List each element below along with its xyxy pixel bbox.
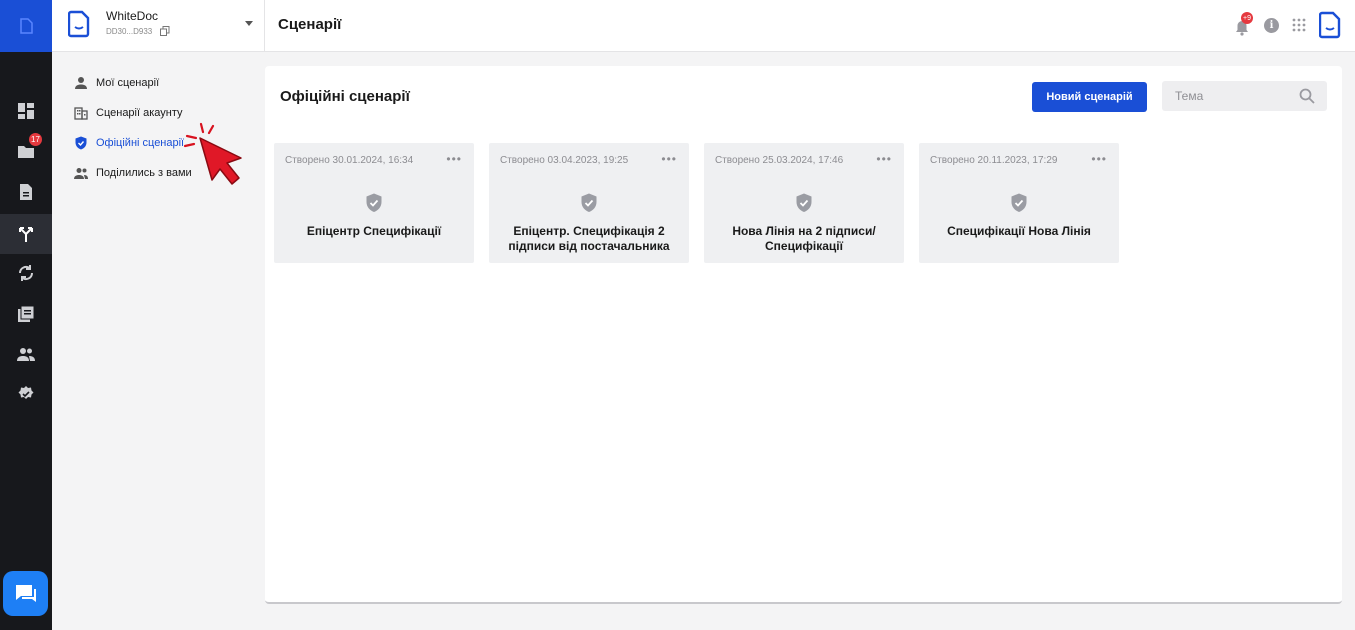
document-icon: [20, 184, 32, 200]
card-title: Епіцентр Специфікації: [306, 224, 442, 238]
shield-icon: [75, 136, 87, 150]
rail-documents[interactable]: [0, 172, 52, 212]
workspace-name: WhiteDoc: [106, 9, 159, 23]
card-title: Специфікації Нова Лінія: [947, 224, 1091, 238]
scenario-card[interactable]: Створено 03.04.2023, 19:25 ••• Епіцентр.…: [489, 143, 689, 263]
rail-verified[interactable]: [0, 374, 52, 414]
chat-button[interactable]: [3, 571, 48, 616]
shield-icon: [366, 193, 382, 212]
workspace-id: DD30...D933: [106, 26, 153, 36]
workspace-id-row: DD30...D933: [106, 26, 170, 36]
search-box: [1162, 81, 1327, 111]
rail-contacts[interactable]: [0, 334, 52, 374]
more-options-icon[interactable]: •••: [876, 152, 892, 166]
search-input[interactable]: [1162, 81, 1302, 111]
app-logo-icon: [20, 18, 33, 34]
person-icon: [75, 77, 87, 89]
card-title: Епіцентр. Специфікація 2 підписи від пос…: [508, 224, 670, 253]
verified-badge-icon: [18, 386, 34, 399]
app-logo[interactable]: [0, 0, 52, 52]
scenario-card[interactable]: Створено 25.03.2024, 17:46 ••• Нова Ліні…: [704, 143, 904, 263]
top-icons: +9 i: [1233, 11, 1341, 39]
apps-grid-icon[interactable]: [1292, 18, 1306, 32]
card-date: Створено 03.04.2023, 19:25: [500, 155, 629, 166]
sidenav-item-my-scenarios[interactable]: Мої сценарії: [74, 76, 159, 90]
sidenav-item-official-scenarios[interactable]: Офіційні сценарії: [74, 136, 184, 150]
rail-folders[interactable]: 17: [0, 131, 52, 171]
card-title: Нова Лінія на 2 підписи/ Специфікації: [732, 224, 876, 253]
library-icon: [18, 305, 35, 322]
sidenav-item-label: Офіційні сценарії: [96, 137, 185, 149]
top-bar: Сценарії +9 i: [265, 0, 1355, 52]
more-options-icon[interactable]: •••: [446, 152, 462, 166]
scenarios-panel: Офіційні сценарії Новий сценарій Створен…: [265, 66, 1342, 604]
people-icon: [74, 168, 88, 179]
panel-title: Офіційні сценарії: [280, 88, 410, 105]
folder-badge: 17: [29, 133, 42, 146]
info-icon[interactable]: i: [1264, 17, 1279, 33]
chevron-down-icon[interactable]: [245, 21, 253, 26]
rail-sync[interactable]: [0, 253, 52, 293]
sidenav-item-shared-with-you[interactable]: Поділились з вами: [74, 166, 192, 180]
page-title: Сценарії: [278, 16, 342, 33]
pointer-arrow-icon: [183, 122, 242, 185]
sidenav-item-account-scenarios[interactable]: Сценарії акаунту: [74, 106, 183, 120]
rail-templates[interactable]: [0, 294, 52, 334]
shield-icon: [581, 193, 597, 212]
sync-icon: [18, 265, 34, 281]
app-rail: 17: [0, 0, 52, 630]
sidenav-item-label: Сценарії акаунту: [96, 107, 183, 119]
card-date: Створено 30.01.2024, 16:34: [285, 155, 414, 166]
notifications-button[interactable]: +9: [1233, 12, 1253, 36]
shield-icon: [796, 193, 812, 212]
scenario-card[interactable]: Створено 30.01.2024, 16:34 ••• Епіцентр …: [274, 143, 474, 263]
routing-icon: [19, 227, 33, 242]
chat-icon: [15, 584, 36, 602]
building-icon: [74, 107, 88, 120]
scenario-card[interactable]: Створено 20.11.2023, 17:29 ••• Специфіка…: [919, 143, 1119, 263]
notifications-badge: +9: [1241, 12, 1253, 24]
dashboard-icon: [18, 103, 34, 119]
profile-logo-icon[interactable]: [1319, 11, 1341, 39]
rail-scenarios[interactable]: [0, 214, 52, 254]
sidenav-item-label: Поділились з вами: [96, 167, 192, 179]
card-date: Створено 20.11.2023, 17:29: [930, 155, 1058, 166]
shield-icon: [1011, 193, 1027, 212]
more-options-icon[interactable]: •••: [1091, 152, 1107, 166]
scenario-cards: Створено 30.01.2024, 16:34 ••• Епіцентр …: [274, 143, 1119, 263]
more-options-icon[interactable]: •••: [661, 152, 677, 166]
sidenav-item-label: Мої сценарії: [96, 77, 160, 89]
workspace-switcher[interactable]: WhiteDoc DD30...D933: [52, 0, 265, 52]
copy-icon[interactable]: [160, 26, 170, 36]
new-scenario-button[interactable]: Новий сценарій: [1032, 82, 1147, 112]
workspace-logo-icon: [68, 10, 90, 38]
people-icon: [17, 348, 35, 361]
search-icon[interactable]: [1299, 88, 1315, 104]
rail-dashboard[interactable]: [0, 91, 52, 131]
card-date: Створено 25.03.2024, 17:46: [715, 155, 844, 166]
